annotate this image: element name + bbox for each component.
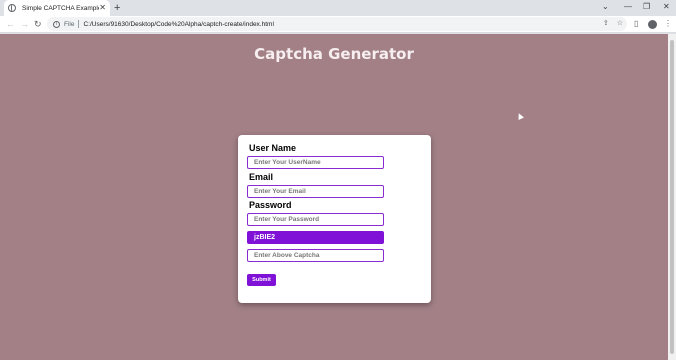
new-tab-icon[interactable]: +: [114, 1, 120, 15]
captcha-form-card: User Name Email Password jzBIE2 Submit: [238, 135, 431, 303]
profile-avatar-icon[interactable]: [648, 20, 657, 29]
menu-kebab-icon[interactable]: ⋮: [664, 18, 672, 30]
mouse-cursor-icon: [516, 112, 524, 120]
page-title: Captcha Generator: [254, 45, 414, 63]
username-input[interactable]: [247, 156, 384, 169]
restore-icon[interactable]: ❐: [643, 1, 650, 13]
email-input[interactable]: [247, 185, 384, 198]
tab-close-icon[interactable]: ✕: [99, 4, 106, 12]
browser-toolbar: ← → ↻ i File C:/Users/91630/Desktop/Code…: [0, 16, 676, 33]
divider: [78, 20, 80, 28]
forward-icon[interactable]: →: [20, 18, 29, 30]
password-label: Password: [249, 200, 292, 210]
tab-title: Simple CAPTCHA Example: [22, 4, 100, 12]
back-icon[interactable]: ←: [6, 18, 15, 30]
page-viewport: Captcha Generator User Name Email Passwo…: [0, 34, 676, 360]
submit-button[interactable]: Submit: [247, 274, 276, 286]
minimize-icon[interactable]: —: [624, 1, 632, 13]
email-label: Email: [249, 172, 274, 182]
tab-search-icon[interactable]: ⌄: [602, 1, 609, 13]
side-panel-icon[interactable]: ▯: [634, 18, 638, 30]
reload-icon[interactable]: ↻: [34, 18, 42, 30]
scheme-label: File: [64, 20, 75, 28]
password-input[interactable]: [247, 213, 384, 226]
captcha-display: jzBIE2: [247, 231, 384, 244]
vertical-scrollbar[interactable]: [668, 34, 676, 360]
share-icon[interactable]: ⇪: [603, 19, 609, 27]
username-label: User Name: [249, 143, 297, 153]
url-text[interactable]: C:/Users/91630/Desktop/Code%20Alpha/capt…: [83, 21, 273, 28]
address-bar[interactable]: i File C:/Users/91630/Desktop/Code%20Alp…: [47, 17, 627, 31]
globe-icon: [8, 4, 16, 12]
tab-strip: Simple CAPTCHA Example ✕ + ⌄ — ❐ ✕: [0, 0, 676, 16]
bookmark-star-icon[interactable]: ☆: [617, 19, 623, 27]
browser-tab[interactable]: Simple CAPTCHA Example ✕: [4, 0, 110, 16]
scroll-thumb[interactable]: [670, 40, 674, 354]
close-window-icon[interactable]: ✕: [663, 1, 670, 13]
info-icon[interactable]: i: [53, 20, 60, 28]
captcha-input[interactable]: [247, 249, 384, 262]
